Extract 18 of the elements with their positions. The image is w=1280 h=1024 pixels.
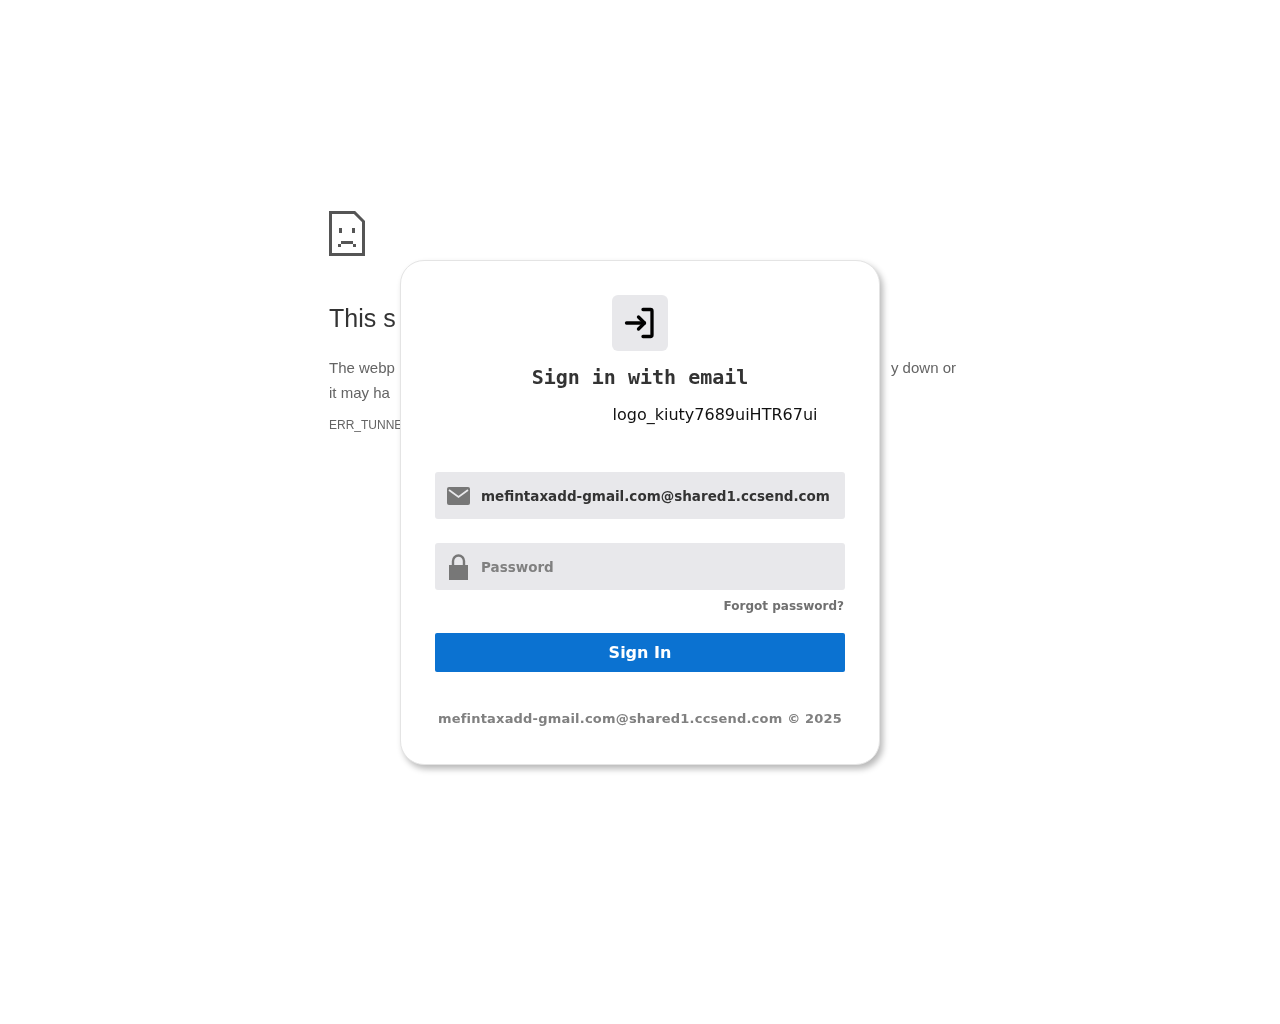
footer-text: mefintaxadd-gmail.com@shared1.ccsend.com © 2025 [437,711,843,726]
error-text: y down or [890,359,956,376]
dialog-title: Sign in with email [531,365,749,389]
sad-page-icon [329,211,365,256]
forgot-password-link[interactable]: Forgot password? [723,599,844,613]
mail-icon [447,486,470,505]
sign-in-icon [612,295,668,351]
logo-alt-text: logo_kiuty7689uiHTR67ui [612,405,818,424]
email-value: mefintaxadd-gmail.com@shared1.ccsend.com [481,487,830,504]
error-code: ERR_TUNNE [329,418,403,432]
error-text: The webp [329,359,395,376]
password-field[interactable]: Password [435,543,845,590]
sign-in-button[interactable]: Sign In [435,633,845,672]
error-heading: This s [329,306,396,331]
lock-icon [447,553,470,580]
error-text: it may ha [329,384,390,401]
password-placeholder: Password [481,558,554,575]
email-field[interactable]: mefintaxadd-gmail.com@shared1.ccsend.com [435,472,845,519]
